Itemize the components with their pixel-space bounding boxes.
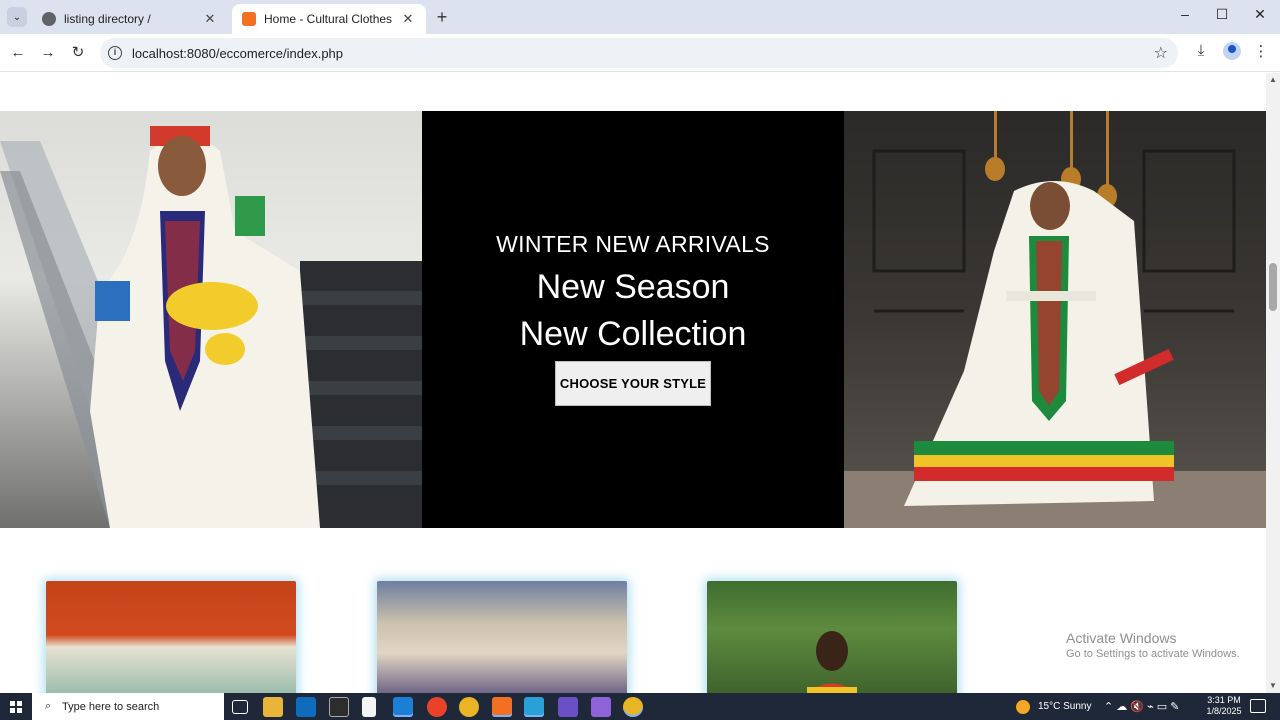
app-icon[interactable] <box>558 697 578 717</box>
start-button[interactable] <box>0 693 32 720</box>
page-scrollbar[interactable]: ▲ ▼ <box>1266 73 1280 693</box>
choose-your-style-button[interactable]: CHOOSE YOUR STYLE <box>555 361 711 406</box>
category-card-image[interactable] <box>707 581 957 693</box>
vscode-icon[interactable] <box>393 697 413 717</box>
site-info-icon[interactable]: i <box>108 46 122 60</box>
weather-text: 15°C Sunny <box>1038 701 1092 712</box>
tab-title: Home - Cultural Clothes <box>264 12 393 26</box>
woman-staircase-image <box>0 126 422 528</box>
menu-kebab-icon[interactable]: ⋮ <box>1250 42 1272 64</box>
search-placeholder: Type here to search <box>62 700 160 713</box>
tab-search-button[interactable]: ⌄ <box>7 7 27 27</box>
notification-icon[interactable] <box>1250 699 1266 713</box>
hero-headline-1: New Season <box>536 268 730 306</box>
scroll-up-icon[interactable]: ▲ <box>1269 75 1277 84</box>
xampp-icon <box>242 12 256 26</box>
hero-headline-2: New Collection <box>519 315 747 353</box>
minimize-button[interactable]: – <box>1172 6 1198 28</box>
profile-icon[interactable] <box>1221 42 1243 64</box>
woman-forest-image <box>806 631 858 693</box>
forward-icon[interactable]: → <box>37 42 59 64</box>
store-icon[interactable] <box>329 697 349 717</box>
hero-banner: WINTER NEW ARRIVALS New Season New Colle… <box>0 111 1266 528</box>
new-tab-button[interactable]: + <box>432 8 452 28</box>
telegram-icon[interactable] <box>524 697 544 717</box>
chrome-icon[interactable] <box>623 697 643 717</box>
weather-widget[interactable]: 15°C Sunny <box>1016 693 1091 720</box>
sun-icon <box>1016 699 1030 714</box>
hero-kicker: WINTER NEW ARRIVALS <box>496 231 770 257</box>
hero-image-left <box>0 111 422 528</box>
category-card-image[interactable] <box>46 581 296 693</box>
browser-toolbar: ← → ↻ i localhost:8080/eccomerce/index.p… <box>0 34 1280 72</box>
reload-icon[interactable]: ↻ <box>67 42 89 64</box>
hero-image-right <box>844 111 1266 528</box>
windows-logo-icon <box>10 700 22 713</box>
close-tab-icon[interactable]: ✕ <box>400 11 416 27</box>
taskbar-search-box[interactable]: ⌕ Type here to search <box>32 693 224 720</box>
tab-home-cultural-clothes[interactable]: Home - Cultural Clothes ✕ <box>232 4 426 34</box>
clock-date: 1/8/2025 <box>1206 706 1242 716</box>
system-tray-icons[interactable]: ⌃ ☁ 🔇 ⌁ ▭ ✎ <box>1104 693 1179 720</box>
download-icon[interactable]: ⤓ <box>1190 42 1212 64</box>
browser-tabstrip: ⌄ listing directory / ✕ Home - Cultural … <box>0 0 1280 34</box>
outlook-icon[interactable] <box>296 697 316 717</box>
scroll-down-icon[interactable]: ▼ <box>1269 681 1277 690</box>
windows-taskbar: ⌕ Type here to search 15°C Sunny ⌃ ☁ 🔇 ⌁… <box>0 693 1280 720</box>
bookmark-star-icon[interactable]: ☆ <box>1154 43 1168 63</box>
watermark-subtitle: Go to Settings to activate Windows. <box>1066 648 1240 660</box>
address-bar[interactable]: i localhost:8080/eccomerce/index.php ☆ <box>100 38 1178 68</box>
url-text[interactable]: localhost:8080/eccomerce/index.php <box>132 46 343 61</box>
taskbar-clock[interactable]: 3:31 PM 1/8/2025 <box>1202 695 1246 717</box>
close-window-button[interactable]: ✕ <box>1247 6 1273 28</box>
tab-title: listing directory / <box>64 12 151 26</box>
back-icon[interactable]: ← <box>7 42 29 64</box>
watermark-title: Activate Windows <box>1066 630 1177 646</box>
document-icon[interactable] <box>362 697 376 717</box>
xampp-icon[interactable] <box>492 697 512 717</box>
app-icon[interactable] <box>591 697 611 717</box>
page-viewport: WINTER NEW ARRIVALS New Season New Colle… <box>0 73 1266 693</box>
chrome-icon[interactable] <box>459 697 479 717</box>
search-icon: ⌕ <box>44 700 52 712</box>
scrollbar-thumb[interactable] <box>1269 263 1277 311</box>
task-view-icon[interactable] <box>232 700 248 714</box>
file-explorer-icon[interactable] <box>263 697 283 717</box>
tab-listing-directory[interactable]: listing directory / ✕ <box>32 4 228 34</box>
wps-icon[interactable] <box>427 697 447 717</box>
globe-icon <box>42 12 56 26</box>
woman-dress-image <box>844 111 1266 528</box>
maximize-button[interactable]: ☐ <box>1209 6 1235 28</box>
clock-time: 3:31 PM <box>1207 695 1241 705</box>
activate-windows-watermark: Activate Windows Go to Settings to activ… <box>1066 630 1240 660</box>
category-card-image[interactable] <box>377 581 627 693</box>
close-tab-icon[interactable]: ✕ <box>202 11 218 27</box>
hero-text-panel: WINTER NEW ARRIVALS New Season New Colle… <box>422 111 844 528</box>
